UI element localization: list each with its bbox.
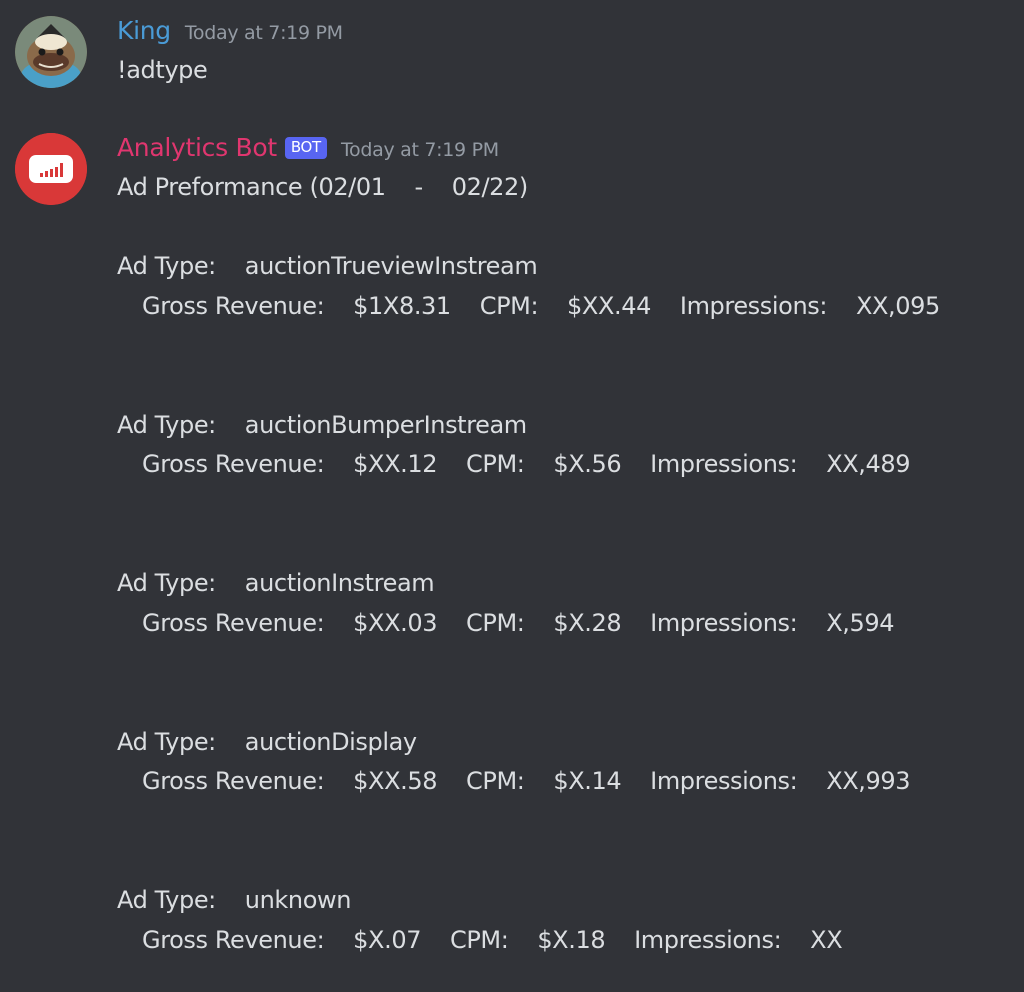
ad-type-label: Ad Type: auctionBumperInstream [117, 411, 527, 439]
ad-type-stats: Gross Revenue: $XX.58 CPM: $X.14 Impress… [142, 767, 911, 795]
message-header: Analytics Bot BOT Today at 7:19 PM [117, 133, 499, 163]
ad-type-stats: Gross Revenue: $X.07 CPM: $X.18 Impressi… [142, 926, 843, 954]
ad-type-label: Ad Type: auctionTrueviewInstream [117, 252, 538, 280]
ad-type-stats: Gross Revenue: $XX.03 CPM: $X.28 Impress… [142, 609, 895, 637]
report-title: Ad Preformance (02/01 - 02/22) [117, 173, 528, 201]
message-content: !adtype [117, 56, 208, 84]
message-header: King Today at 7:19 PM [117, 16, 343, 45]
ad-type-label: Ad Type: auctionDisplay [117, 728, 417, 756]
ad-type-stats: Gross Revenue: $XX.12 CPM: $X.56 Impress… [142, 450, 911, 478]
user-avatar[interactable] [15, 16, 87, 88]
ad-type-stats: Gross Revenue: $1X8.31 CPM: $XX.44 Impre… [142, 292, 940, 320]
message-timestamp[interactable]: Today at 7:19 PM [341, 139, 499, 161]
bot-avatar[interactable] [15, 133, 87, 205]
character-avatar-icon [15, 16, 87, 88]
bot-badge: BOT [284, 137, 327, 159]
ad-type-label: Ad Type: auctionInstream [117, 569, 435, 597]
author-name[interactable]: Analytics Bot [117, 133, 277, 162]
author-name[interactable]: King [117, 16, 171, 45]
analytics-chart-icon [15, 133, 87, 205]
ad-type-label: Ad Type: unknown [117, 886, 352, 914]
message-timestamp[interactable]: Today at 7:19 PM [185, 22, 343, 44]
